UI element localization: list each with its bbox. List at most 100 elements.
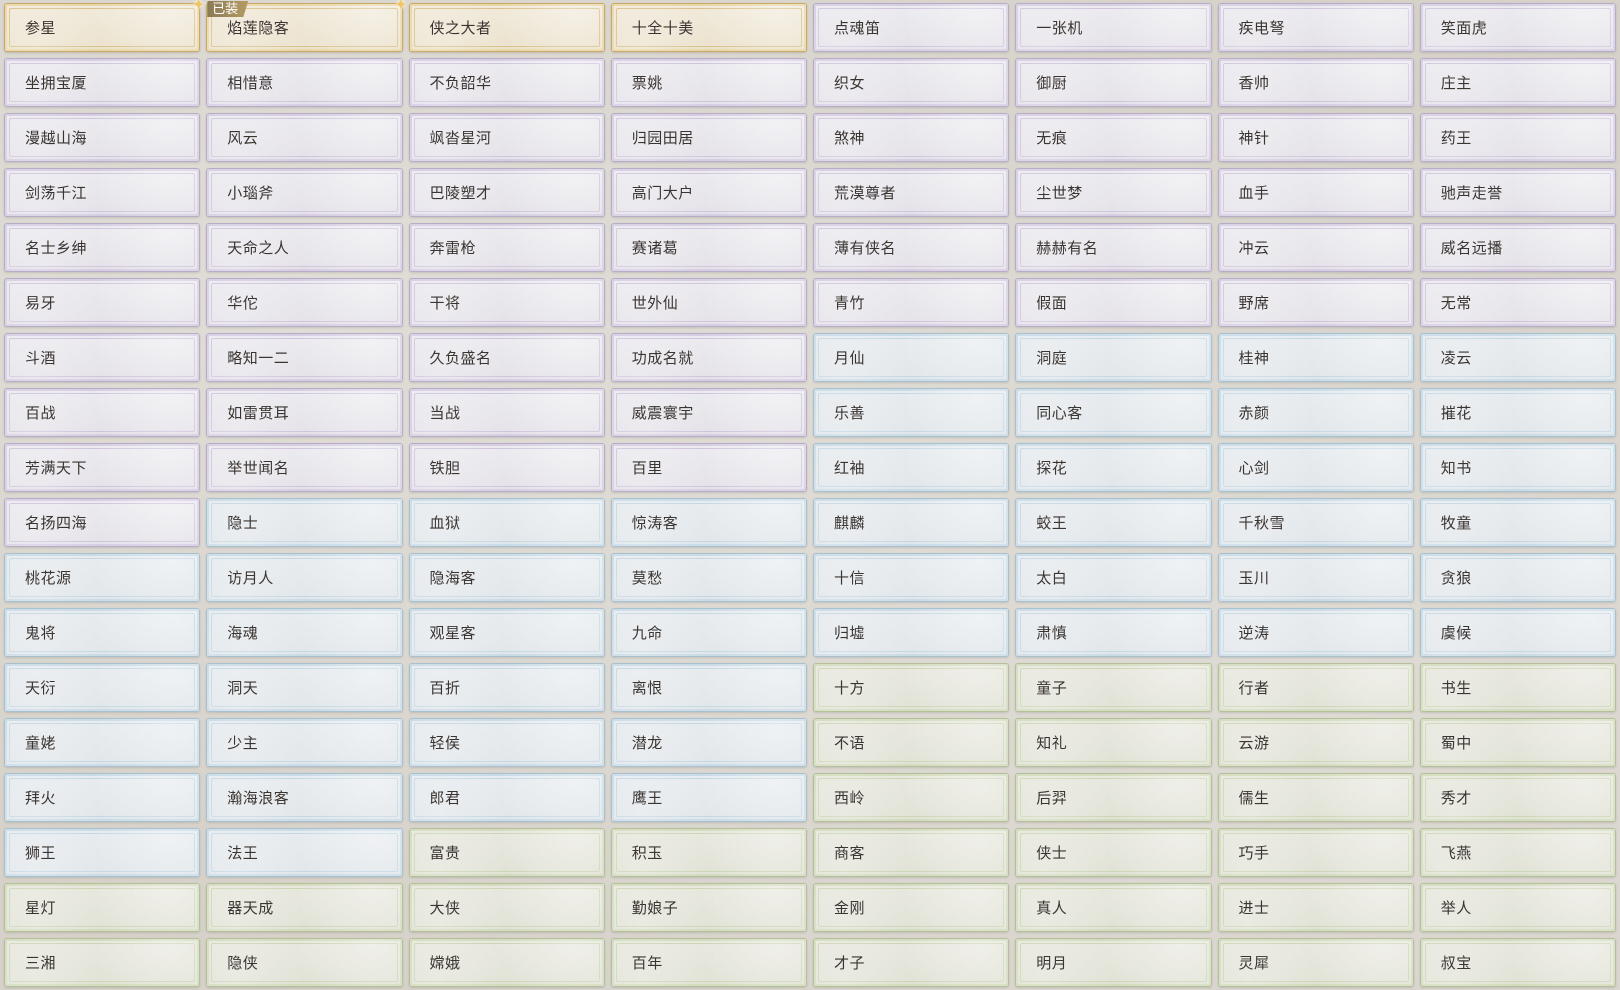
title-card[interactable]: 桃花源 [4, 553, 201, 602]
title-card[interactable]: 疾电弩 [1217, 3, 1414, 52]
title-card[interactable]: 神针 [1217, 113, 1414, 162]
title-card[interactable]: 贪狼 [1419, 553, 1616, 602]
title-card[interactable]: 肃慎 [1015, 608, 1212, 657]
title-card[interactable]: 勤娘子 [610, 883, 807, 932]
title-card[interactable]: 野席 [1217, 278, 1414, 327]
title-card[interactable]: 天命之人 [206, 223, 403, 272]
title-card[interactable]: 举人 [1419, 883, 1616, 932]
title-card[interactable]: 太白 [1015, 553, 1212, 602]
title-card[interactable]: 轻侯 [408, 718, 605, 767]
title-card[interactable]: 庄主 [1419, 58, 1616, 107]
title-card[interactable]: 笑面虎 [1419, 3, 1616, 52]
title-card[interactable]: 当战 [408, 388, 605, 437]
title-card[interactable]: 驰声走誉 [1419, 168, 1616, 217]
title-card[interactable]: 赫赫有名 [1015, 223, 1212, 272]
title-card[interactable]: 狮王 [4, 828, 201, 877]
title-card[interactable]: 易牙 [4, 278, 201, 327]
title-card[interactable]: 乐善 [813, 388, 1010, 437]
title-card[interactable]: 凌云 [1419, 333, 1616, 382]
title-card[interactable]: 行者 [1217, 663, 1414, 712]
title-card[interactable]: 一张机 [1015, 3, 1212, 52]
title-card[interactable]: 点魂笛 [813, 3, 1010, 52]
title-card[interactable]: 飒沓星河 [408, 113, 605, 162]
title-card[interactable]: 香帅 [1217, 58, 1414, 107]
title-card[interactable]: 知书 [1419, 443, 1616, 492]
title-card[interactable]: 侠之大者 [408, 3, 605, 52]
title-card[interactable]: 瀚海浪客 [206, 773, 403, 822]
title-card[interactable]: 略知一二 [206, 333, 403, 382]
title-card[interactable]: 风云 [206, 113, 403, 162]
title-card[interactable]: 赤颜 [1217, 388, 1414, 437]
title-card[interactable]: 不语 [813, 718, 1010, 767]
title-card[interactable]: 举世闻名 [206, 443, 403, 492]
title-card[interactable]: 假面 [1015, 278, 1212, 327]
title-card[interactable]: 十信 [813, 553, 1010, 602]
title-card[interactable]: 巴陵塑才 [408, 168, 605, 217]
title-card[interactable]: 尘世梦 [1015, 168, 1212, 217]
title-card[interactable]: 如雷贯耳 [206, 388, 403, 437]
title-card[interactable]: 久负盛名 [408, 333, 605, 382]
title-card[interactable]: 十全十美 [610, 3, 807, 52]
title-card[interactable]: 访月人 [206, 553, 403, 602]
title-card[interactable]: 荒漠尊者 [813, 168, 1010, 217]
title-card[interactable]: 洞天 [206, 663, 403, 712]
title-card[interactable]: 三湘 [4, 938, 201, 987]
title-card[interactable]: 星灯 [4, 883, 201, 932]
title-card[interactable]: 真人 [1015, 883, 1212, 932]
title-card[interactable]: 威名远播 [1419, 223, 1616, 272]
title-card[interactable]: 隐海客 [408, 553, 605, 602]
title-card[interactable]: 飞燕 [1419, 828, 1616, 877]
title-card[interactable]: 漫越山海 [4, 113, 201, 162]
title-card[interactable]: 九命 [610, 608, 807, 657]
title-card[interactable]: 郎君 [408, 773, 605, 822]
title-card[interactable]: 潜龙 [610, 718, 807, 767]
title-card[interactable]: 知礼 [1015, 718, 1212, 767]
title-card[interactable]: 叔宝 [1419, 938, 1616, 987]
title-card[interactable]: 冲云 [1217, 223, 1414, 272]
title-card[interactable]: 富贵 [408, 828, 605, 877]
title-card[interactable]: 摧花 [1419, 388, 1616, 437]
title-card[interactable]: 功成名就 [610, 333, 807, 382]
title-card[interactable]: 商客 [813, 828, 1010, 877]
title-card[interactable]: 少主 [206, 718, 403, 767]
title-card[interactable]: 鬼将 [4, 608, 201, 657]
title-card[interactable]: 十方 [813, 663, 1010, 712]
title-card[interactable]: 蜀中 [1419, 718, 1616, 767]
title-card[interactable]: 相惜意 [206, 58, 403, 107]
title-card[interactable]: 海魂 [206, 608, 403, 657]
title-card[interactable]: 织女 [813, 58, 1010, 107]
title-card[interactable]: 薄有侠名 [813, 223, 1010, 272]
title-card[interactable]: 鹰王 [610, 773, 807, 822]
title-card[interactable]: 探花 [1015, 443, 1212, 492]
title-card[interactable]: 大侠 [408, 883, 605, 932]
title-card[interactable]: 洞庭 [1015, 333, 1212, 382]
title-card[interactable]: 百战 [4, 388, 201, 437]
title-card[interactable]: 血狱 [408, 498, 605, 547]
title-card[interactable]: 灵犀 [1217, 938, 1414, 987]
title-card[interactable]: 莫愁 [610, 553, 807, 602]
title-card[interactable]: 才子 [813, 938, 1010, 987]
title-card[interactable]: 票姚 [610, 58, 807, 107]
title-card[interactable]: 归园田居 [610, 113, 807, 162]
title-card[interactable]: 玉川 [1217, 553, 1414, 602]
title-card[interactable]: 剑荡千江 [4, 168, 201, 217]
title-card[interactable]: 华佗 [206, 278, 403, 327]
title-card[interactable]: 百年 [610, 938, 807, 987]
title-card[interactable]: 隐士 [206, 498, 403, 547]
title-card[interactable]: 威震寰宇 [610, 388, 807, 437]
title-card[interactable]: 童子 [1015, 663, 1212, 712]
title-card[interactable]: 千秋雪 [1217, 498, 1414, 547]
title-card[interactable]: 观星客 [408, 608, 605, 657]
title-card[interactable]: 无痕 [1015, 113, 1212, 162]
title-card[interactable]: 西岭 [813, 773, 1010, 822]
title-card[interactable]: 小瑙斧 [206, 168, 403, 217]
title-card[interactable]: 天衍 [4, 663, 201, 712]
title-card[interactable]: 法王 [206, 828, 403, 877]
title-card[interactable]: 无常 [1419, 278, 1616, 327]
title-card[interactable]: 坐拥宝厦 [4, 58, 201, 107]
title-card[interactable]: 御厨 [1015, 58, 1212, 107]
title-card[interactable]: 云游 [1217, 718, 1414, 767]
title-card[interactable]: 奔雷枪 [408, 223, 605, 272]
title-card[interactable]: 惊涛客 [610, 498, 807, 547]
title-card[interactable]: 离恨 [610, 663, 807, 712]
